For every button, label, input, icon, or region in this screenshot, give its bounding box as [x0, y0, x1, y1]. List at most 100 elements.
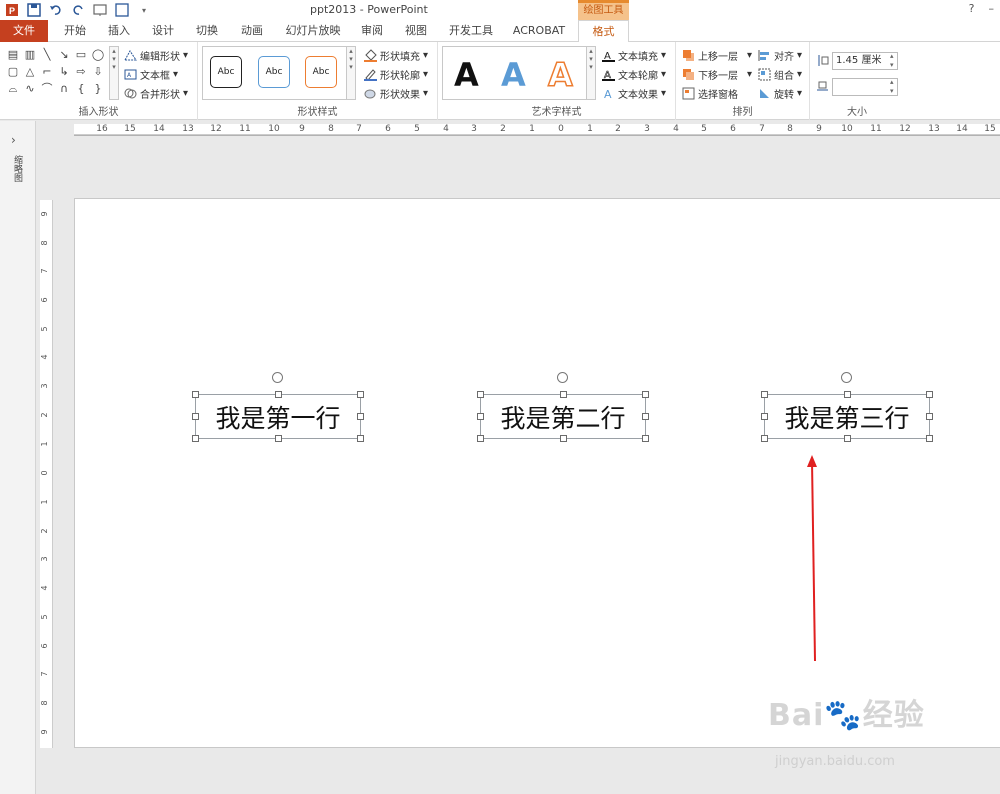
resize-handle[interactable]: [761, 413, 768, 420]
shape-style-orange[interactable]: Abc: [305, 56, 337, 88]
tab-slideshow[interactable]: 幻灯片放映: [280, 20, 346, 42]
shapes-scroll[interactable]: ▴ ▾ ▾: [109, 46, 119, 100]
shape-outline-button[interactable]: 形状轮廓 ▾: [364, 67, 428, 82]
tab-format[interactable]: 格式: [578, 20, 629, 43]
wordart-blue[interactable]: A: [501, 56, 526, 94]
arc-shape-icon[interactable]: ⌒: [39, 80, 55, 97]
freeform-shape-icon[interactable]: ⌓: [5, 80, 21, 97]
wordart-scroll[interactable]: ▴ ▾ ▾: [586, 46, 596, 100]
save-as-icon[interactable]: [114, 2, 130, 18]
height-spinner-icon[interactable]: ▴ ▾: [890, 52, 894, 70]
text-outline-button[interactable]: A 文本轮廓 ▾: [602, 67, 666, 82]
tab-file[interactable]: 文件: [0, 20, 48, 42]
group-button[interactable]: 组合 ▾: [758, 67, 802, 82]
resize-handle[interactable]: [926, 413, 933, 420]
tab-view[interactable]: 视图: [397, 20, 435, 42]
triangle-shape-icon[interactable]: △: [22, 63, 38, 80]
resize-handle[interactable]: [844, 435, 851, 442]
redo-icon[interactable]: [70, 2, 86, 18]
textbox-3-text[interactable]: 我是第三行: [764, 394, 930, 439]
curve-shape-icon[interactable]: ∩: [56, 80, 72, 97]
bring-forward-button[interactable]: 上移一层 ▾: [682, 48, 752, 63]
vertical-textbox-shape-icon[interactable]: ▥: [22, 46, 38, 63]
tab-design[interactable]: 设计: [144, 20, 182, 42]
start-slideshow-icon[interactable]: [92, 2, 108, 18]
merge-shapes-button[interactable]: 合并形状 ▾: [124, 86, 188, 101]
save-icon[interactable]: [26, 2, 42, 18]
resize-handle[interactable]: [926, 435, 933, 442]
resize-handle[interactable]: [477, 391, 484, 398]
tab-acrobat[interactable]: ACROBAT: [508, 20, 570, 42]
resize-handle[interactable]: [642, 413, 649, 420]
textbox-1-text[interactable]: 我是第一行: [195, 394, 361, 439]
textbox-3[interactable]: 我是第三行: [761, 372, 933, 442]
oval-shape-icon[interactable]: ◯: [90, 46, 106, 63]
shape-style-black[interactable]: Abc: [210, 56, 242, 88]
tab-home[interactable]: 开始: [56, 20, 94, 42]
resize-handle[interactable]: [477, 413, 484, 420]
textbox-1[interactable]: 我是第一行: [192, 372, 364, 442]
text-effects-button[interactable]: A 文本效果 ▾: [602, 86, 666, 101]
line-shape-icon[interactable]: ╲: [39, 46, 55, 63]
resize-handle[interactable]: [761, 435, 768, 442]
shape-styles-scroll[interactable]: ▴ ▾ ▾: [346, 46, 356, 100]
left-brace-shape-icon[interactable]: {: [73, 80, 89, 97]
text-box-button[interactable]: A 文本框 ▾: [124, 67, 178, 82]
tab-animations[interactable]: 动画: [233, 20, 271, 42]
right-brace-shape-icon[interactable]: }: [90, 80, 106, 97]
resize-handle[interactable]: [357, 391, 364, 398]
elbow-connector-shape-icon[interactable]: ⌐: [39, 63, 55, 80]
resize-handle[interactable]: [844, 391, 851, 398]
arrow-line-shape-icon[interactable]: ↘: [56, 46, 72, 63]
textbox-2[interactable]: 我是第二行: [477, 372, 649, 442]
resize-handle[interactable]: [192, 413, 199, 420]
shape-effects-button[interactable]: 形状效果 ▾: [364, 86, 428, 101]
shapes-gallery[interactable]: ▤ ▥ ╲ ↘ ▭ ◯ ▢ △ ⌐ ↳ ⇨ ⇩ ⌓ ∿ ⌒ ∩ { }: [5, 46, 109, 100]
rotation-handle-icon[interactable]: [841, 372, 852, 383]
shape-fill-button[interactable]: 形状填充 ▾: [364, 48, 428, 63]
resize-handle[interactable]: [761, 391, 768, 398]
resize-handle[interactable]: [275, 435, 282, 442]
tab-developer[interactable]: 开发工具: [444, 20, 498, 42]
text-fill-button[interactable]: A 文本填充 ▾: [602, 48, 666, 63]
expand-thumbnails-icon[interactable]: ›: [11, 133, 16, 147]
rotation-handle-icon[interactable]: [557, 372, 568, 383]
scribble-shape-icon[interactable]: ∿: [22, 80, 38, 97]
width-spinner-icon[interactable]: ▴ ▾: [890, 78, 894, 96]
minimize-icon[interactable]: –: [989, 2, 995, 15]
send-backward-button[interactable]: 下移一层 ▾: [682, 67, 752, 82]
selection-pane-button[interactable]: 选择窗格: [682, 86, 738, 101]
resize-handle[interactable]: [357, 413, 364, 420]
undo-icon[interactable]: [48, 2, 64, 18]
rotation-handle-icon[interactable]: [272, 372, 283, 383]
resize-handle[interactable]: [192, 435, 199, 442]
resize-handle[interactable]: [926, 391, 933, 398]
wordart-orange-outline[interactable]: A: [547, 55, 573, 95]
tab-review[interactable]: 审阅: [353, 20, 391, 42]
tab-insert[interactable]: 插入: [100, 20, 138, 42]
elbow-arrow-shape-icon[interactable]: ↳: [56, 63, 72, 80]
slide-canvas[interactable]: 我是第一行 我是第二行 我是第三行: [74, 198, 1000, 748]
resize-handle[interactable]: [560, 391, 567, 398]
right-arrow-shape-icon[interactable]: ⇨: [73, 63, 89, 80]
resize-handle[interactable]: [477, 435, 484, 442]
thumbnails-label[interactable]: 缩略图: [10, 155, 24, 182]
shape-width-input[interactable]: [832, 78, 898, 96]
resize-handle[interactable]: [642, 391, 649, 398]
rectangle-shape-icon[interactable]: ▭: [73, 46, 89, 63]
edit-shape-button[interactable]: 编辑形状 ▾: [124, 48, 188, 63]
rotate-button[interactable]: 旋转 ▾: [758, 86, 802, 101]
rounded-rect-shape-icon[interactable]: ▢: [5, 63, 21, 80]
shape-style-blue[interactable]: Abc: [258, 56, 290, 88]
resize-handle[interactable]: [192, 391, 199, 398]
textbox-shape-icon[interactable]: ▤: [5, 46, 21, 63]
wordart-black[interactable]: A: [454, 56, 479, 94]
align-button[interactable]: 对齐 ▾: [758, 48, 802, 63]
down-arrow-shape-icon[interactable]: ⇩: [90, 63, 106, 80]
textbox-2-text[interactable]: 我是第二行: [480, 394, 646, 439]
resize-handle[interactable]: [642, 435, 649, 442]
shape-height-input[interactable]: 1.45 厘米: [832, 52, 898, 70]
customize-qat-icon[interactable]: ▾: [136, 2, 152, 18]
resize-handle[interactable]: [560, 435, 567, 442]
resize-handle[interactable]: [275, 391, 282, 398]
